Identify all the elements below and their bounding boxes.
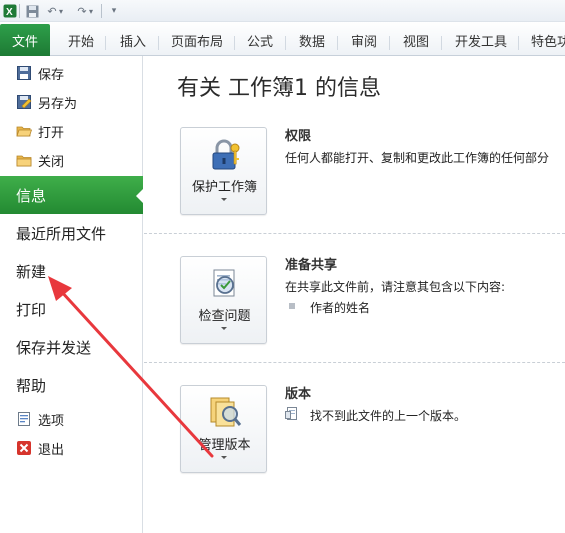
- nav-label: 选项: [38, 413, 65, 429]
- excel-app-icon[interactable]: X: [2, 3, 18, 19]
- button-label: 管理版本: [198, 438, 251, 453]
- close-folder-icon: [16, 152, 32, 168]
- lock-key-icon: [208, 138, 242, 172]
- permissions-title: 权限: [285, 129, 312, 144]
- bullet-square-icon: [289, 303, 295, 309]
- redo-dropdown-icon[interactable]: ▾: [86, 3, 96, 19]
- nav-info[interactable]: 信息: [0, 176, 144, 214]
- toolbar-separator: [101, 4, 102, 18]
- version-document-icon: [285, 407, 299, 421]
- dropdown-caret-icon: [221, 327, 227, 330]
- nav-label: 保存: [38, 67, 65, 83]
- nav-label: 打开: [38, 125, 65, 141]
- prepare-sharing-description: 在共享此文件前，请注意其包含以下内容:: [285, 280, 506, 294]
- nav-print[interactable]: 打印: [0, 293, 143, 325]
- nav-save-and-send[interactable]: 保存并发送: [0, 331, 143, 363]
- tab-separator: [285, 36, 286, 50]
- tab-separator: [441, 36, 442, 50]
- svg-text:X: X: [6, 7, 13, 18]
- tab-separator: [337, 36, 338, 50]
- versions-title: 版本: [285, 387, 312, 402]
- save-as-icon: [16, 94, 32, 110]
- open-folder-icon: [16, 123, 33, 139]
- save-icon: [16, 65, 32, 81]
- save-icon[interactable]: [24, 3, 40, 19]
- tab-separator: [389, 36, 390, 50]
- tab-separator: [105, 36, 106, 50]
- tab-review[interactable]: 审阅: [351, 31, 377, 50]
- tab-page-layout[interactable]: 页面布局: [171, 31, 223, 50]
- tab-view[interactable]: 视图: [403, 31, 429, 50]
- button-label: 保护工作簿: [191, 180, 257, 195]
- check-for-issues-button[interactable]: 检查问题: [180, 256, 267, 344]
- nav-new[interactable]: 新建: [0, 255, 143, 287]
- options-icon: [16, 411, 32, 427]
- section-divider: [144, 233, 565, 234]
- tab-developer[interactable]: 开发工具: [455, 31, 507, 50]
- nav-label: 另存为: [38, 96, 78, 112]
- tab-special-features[interactable]: 特色功: [531, 31, 565, 50]
- exit-icon: [16, 440, 32, 456]
- toolbar-separator: [19, 4, 20, 18]
- info-panel: 有关 工作簿1 的信息 保护工作簿 权限 任何人都能打开、复制和更改此工作簿的任…: [144, 56, 565, 533]
- nav-label: 退出: [38, 442, 65, 458]
- dropdown-caret-icon: [221, 198, 227, 201]
- page-title: 有关 工作簿1 的信息: [177, 76, 381, 101]
- button-label: 检查问题: [198, 309, 251, 324]
- tab-data[interactable]: 数据: [299, 31, 325, 50]
- tab-separator: [518, 36, 519, 50]
- inspect-document-icon: [208, 267, 242, 301]
- prepare-sharing-title: 准备共享: [285, 258, 338, 273]
- nav-open[interactable]: 打开: [0, 119, 143, 143]
- nav-save[interactable]: 保存: [0, 61, 143, 85]
- nav-recent[interactable]: 最近所用文件: [0, 217, 143, 249]
- ribbon-tab-bar: 文件 开始 插入 页面布局 公式 数据 审阅 视图 开发工具 特色功: [0, 22, 565, 56]
- quick-access-toolbar: X ↶ ▾ ↷ ▾ ▾: [0, 0, 565, 22]
- versions-description: 找不到此文件的上一个版本。: [310, 409, 467, 423]
- section-divider: [144, 362, 565, 363]
- tab-formulas[interactable]: 公式: [247, 31, 273, 50]
- undo-dropdown-icon[interactable]: ▾: [56, 3, 66, 19]
- dropdown-caret-icon: [221, 456, 227, 459]
- nav-exit[interactable]: 退出: [0, 436, 143, 460]
- nav-options[interactable]: 选项: [0, 407, 143, 431]
- protect-workbook-button[interactable]: 保护工作簿: [180, 127, 267, 215]
- tab-separator: [158, 36, 159, 50]
- manage-versions-icon: [208, 396, 242, 430]
- nav-save-as[interactable]: 另存为: [0, 90, 143, 114]
- tab-insert[interactable]: 插入: [120, 31, 146, 50]
- nav-close[interactable]: 关闭: [0, 148, 143, 172]
- backstage-nav: 保存 另存为 打开 关闭 信息 最近所用文件 新建 打印 保存并发送 帮助 选项…: [0, 56, 144, 533]
- prepare-item: 作者的姓名: [310, 301, 371, 315]
- tab-home[interactable]: 开始: [68, 31, 94, 50]
- tab-file[interactable]: 文件: [0, 24, 50, 56]
- nav-help[interactable]: 帮助: [0, 369, 143, 401]
- manage-versions-button[interactable]: 管理版本: [180, 385, 267, 473]
- tab-separator: [234, 36, 235, 50]
- permissions-description: 任何人都能打开、复制和更改此工作簿的任何部分: [285, 151, 550, 165]
- nav-label: 关闭: [38, 154, 65, 170]
- customize-toolbar-icon[interactable]: ▾: [108, 3, 120, 19]
